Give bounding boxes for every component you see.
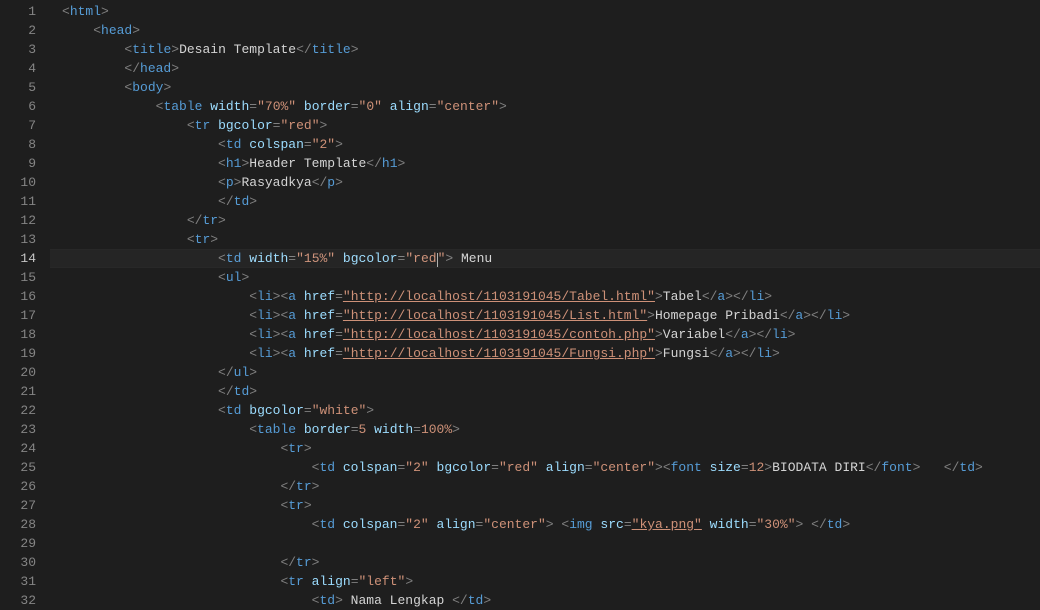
line-number: 22 bbox=[0, 401, 36, 420]
line-number: 30 bbox=[0, 553, 36, 572]
line-number: 1 bbox=[0, 2, 36, 21]
line-number: 6 bbox=[0, 97, 36, 116]
code-line[interactable]: <body> bbox=[50, 78, 1040, 97]
line-number: 11 bbox=[0, 192, 36, 211]
line-number: 2 bbox=[0, 21, 36, 40]
line-number: 8 bbox=[0, 135, 36, 154]
line-number: 31 bbox=[0, 572, 36, 591]
code-line[interactable]: </tr> bbox=[50, 553, 1040, 572]
code-line[interactable]: <td colspan="2" align="center"> <img src… bbox=[50, 515, 1040, 534]
code-line[interactable]: <li><a href="http://localhost/1103191045… bbox=[50, 344, 1040, 363]
line-number: 28 bbox=[0, 515, 36, 534]
line-number: 4 bbox=[0, 59, 36, 78]
line-number: 19 bbox=[0, 344, 36, 363]
line-number: 12 bbox=[0, 211, 36, 230]
code-line[interactable]: <tr> bbox=[50, 496, 1040, 515]
code-line[interactable]: <html> bbox=[50, 2, 1040, 21]
code-line[interactable]: <h1>Header Template</h1> bbox=[50, 154, 1040, 173]
code-line[interactable]: </head> bbox=[50, 59, 1040, 78]
code-line[interactable]: <td colspan="2" bgcolor="red" align="cen… bbox=[50, 458, 1040, 477]
line-number: 5 bbox=[0, 78, 36, 97]
line-number: 24 bbox=[0, 439, 36, 458]
code-line[interactable]: <tr> bbox=[50, 439, 1040, 458]
code-line[interactable]: <title>Desain Template</title> bbox=[50, 40, 1040, 59]
code-line[interactable]: <p>Rasyadkya</p> bbox=[50, 173, 1040, 192]
code-line[interactable]: <tr> bbox=[50, 230, 1040, 249]
code-line[interactable]: </td> bbox=[50, 382, 1040, 401]
code-line[interactable]: </ul> bbox=[50, 363, 1040, 382]
line-number: 26 bbox=[0, 477, 36, 496]
code-area[interactable]: <html> <head> <title>Desain Template</ti… bbox=[50, 0, 1040, 610]
code-line[interactable]: <tr bgcolor="red"> bbox=[50, 116, 1040, 135]
code-line[interactable]: <td colspan="2"> bbox=[50, 135, 1040, 154]
code-line[interactable]: <li><a href="http://localhost/1103191045… bbox=[50, 306, 1040, 325]
line-number-gutter: 1234567891011121314151617181920212223242… bbox=[0, 0, 50, 610]
line-number: 32 bbox=[0, 591, 36, 610]
code-line[interactable]: <tr align="left"> bbox=[50, 572, 1040, 591]
line-number: 27 bbox=[0, 496, 36, 515]
line-number: 20 bbox=[0, 363, 36, 382]
line-number: 10 bbox=[0, 173, 36, 192]
line-number: 13 bbox=[0, 230, 36, 249]
code-line[interactable] bbox=[50, 534, 1040, 553]
code-line[interactable]: </tr> bbox=[50, 477, 1040, 496]
code-line[interactable]: <head> bbox=[50, 21, 1040, 40]
line-number: 7 bbox=[0, 116, 36, 135]
line-number: 21 bbox=[0, 382, 36, 401]
code-editor: 1234567891011121314151617181920212223242… bbox=[0, 0, 1040, 610]
line-number: 14 bbox=[0, 249, 36, 268]
line-number: 18 bbox=[0, 325, 36, 344]
code-line[interactable]: <li><a href="http://localhost/1103191045… bbox=[50, 287, 1040, 306]
code-line[interactable]: </tr> bbox=[50, 211, 1040, 230]
line-number: 25 bbox=[0, 458, 36, 477]
code-line[interactable]: <table border=5 width=100%> bbox=[50, 420, 1040, 439]
code-line[interactable]: <li><a href="http://localhost/1103191045… bbox=[50, 325, 1040, 344]
line-number: 17 bbox=[0, 306, 36, 325]
line-number: 29 bbox=[0, 534, 36, 553]
line-number: 15 bbox=[0, 268, 36, 287]
line-number: 23 bbox=[0, 420, 36, 439]
code-line[interactable]: <td bgcolor="white"> bbox=[50, 401, 1040, 420]
code-line[interactable]: <ul> bbox=[50, 268, 1040, 287]
line-number: 3 bbox=[0, 40, 36, 59]
code-line[interactable]: <table width="70%" border="0" align="cen… bbox=[50, 97, 1040, 116]
code-line[interactable]: <td> Nama Lengkap </td> bbox=[50, 591, 1040, 610]
line-number: 16 bbox=[0, 287, 36, 306]
code-line[interactable]: </td> bbox=[50, 192, 1040, 211]
code-line[interactable]: <td width="15%" bgcolor="red"> Menu bbox=[50, 249, 1040, 268]
line-number: 9 bbox=[0, 154, 36, 173]
